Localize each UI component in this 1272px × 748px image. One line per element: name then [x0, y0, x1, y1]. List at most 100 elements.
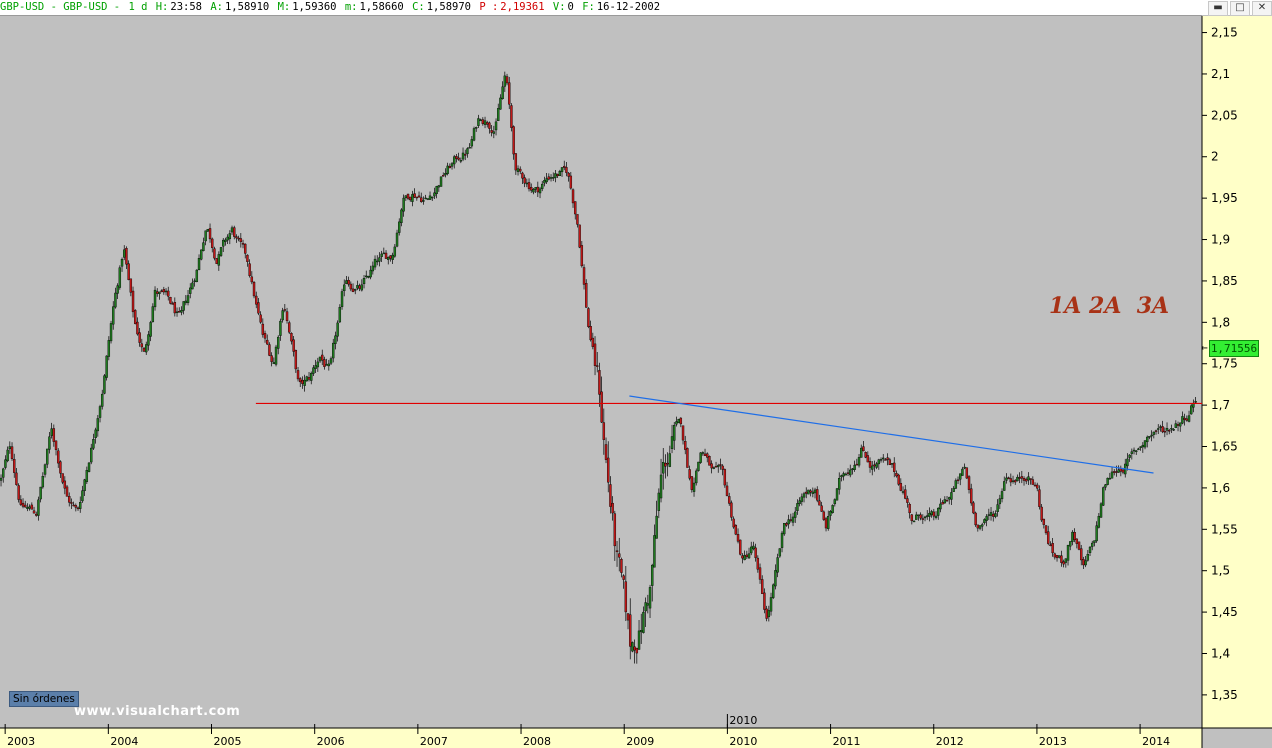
candle-body [373, 258, 377, 268]
y-tick-label: 1,95 [1211, 191, 1238, 205]
candle-body [827, 516, 830, 529]
candle-body [123, 249, 126, 258]
candle-body [1036, 484, 1039, 489]
candle-body [156, 291, 159, 294]
candle-body [721, 465, 724, 470]
candle-body [191, 282, 194, 290]
x-tick-label: 2003 [7, 735, 35, 748]
candle-body [717, 465, 720, 468]
candle-body [479, 119, 482, 121]
candle-body [37, 499, 40, 516]
candle-body [510, 105, 513, 128]
candle-body [741, 555, 744, 559]
candle-body [516, 168, 520, 172]
candle-body [871, 465, 874, 470]
candle-body [325, 364, 328, 366]
price-chart[interactable]: 2,15 2,1 2,05 2 1,95 1,9 1,85 1,8 1,75 1,7 1,65 1,6… [0, 0, 1272, 748]
candle-body [1014, 480, 1017, 483]
candle-body [915, 514, 918, 520]
candle-body [1011, 480, 1015, 482]
candle-body [591, 337, 595, 347]
candle-body [987, 514, 991, 516]
candle-body [376, 260, 379, 263]
candle-body [334, 335, 337, 344]
candle-body [512, 126, 515, 155]
candle-body [855, 463, 859, 466]
candle-body [1058, 555, 1061, 558]
close-icon[interactable]: ✕ [1252, 1, 1272, 16]
candle-body [890, 463, 894, 465]
candle-body [354, 289, 357, 291]
candle-body [1139, 446, 1142, 448]
candle-body [378, 257, 381, 262]
candle-body [1157, 428, 1160, 430]
hour-value: 23:58 [170, 1, 202, 13]
candle-body [921, 518, 925, 520]
maximize-icon[interactable]: □ [1230, 1, 1250, 16]
candle-body [180, 310, 183, 313]
candle-body [897, 474, 900, 485]
candle-body [81, 490, 84, 502]
candle-body [587, 308, 590, 327]
candle-body [68, 496, 71, 503]
x-tick-label: 2008 [523, 735, 551, 748]
candle-body [928, 512, 931, 517]
candle-body [1093, 540, 1096, 543]
candle-body [989, 512, 993, 516]
candle-body [802, 493, 806, 498]
candle-body [598, 370, 601, 395]
candle-body [787, 519, 790, 525]
candle-body [662, 462, 665, 474]
candle-body [950, 492, 953, 500]
candle-body [277, 336, 280, 349]
candle-body [609, 484, 612, 507]
candle-body [208, 228, 212, 240]
candle-body [499, 97, 502, 110]
candle-body [772, 584, 775, 598]
candle-body [941, 501, 944, 505]
candle-body [371, 265, 375, 272]
orders-button[interactable]: Sin órdenes [9, 691, 79, 707]
candle-body [1060, 555, 1063, 563]
candle-body [1172, 429, 1175, 431]
hour-key: H: [155, 1, 169, 13]
candle-body [48, 436, 51, 450]
y-tick-label: 1,6 [1211, 481, 1230, 495]
candle-body [910, 514, 914, 522]
candle-body [391, 254, 394, 260]
candle-body [732, 518, 735, 528]
candle-body [356, 285, 359, 289]
candle-body [734, 524, 738, 535]
candle-body [659, 474, 663, 499]
candle-body [860, 447, 863, 458]
candle-body [224, 239, 227, 242]
x-tick-label: 2012 [936, 735, 964, 748]
candle-body [983, 519, 986, 524]
candle-body [457, 157, 460, 160]
candle-body [838, 478, 841, 490]
y-tick-label: 1,55 [1211, 522, 1238, 536]
candle-body [1168, 429, 1171, 432]
candle-body [723, 469, 727, 486]
candle-body [580, 245, 584, 267]
candle-body [774, 570, 777, 587]
candle-body [1022, 478, 1026, 481]
candle-body [681, 425, 685, 441]
candle-body [505, 76, 509, 84]
x-tick-label: 2013 [1039, 735, 1067, 748]
y-tick-label: 1,9 [1211, 233, 1230, 247]
candle-body [593, 343, 597, 366]
candle-body [470, 139, 474, 147]
candle-body [285, 311, 289, 321]
candle-body [754, 547, 757, 558]
minimize-icon[interactable]: ▬ [1208, 1, 1228, 16]
candle-body [796, 503, 799, 511]
candle-body [1126, 458, 1129, 467]
candle-body [1159, 426, 1162, 428]
candle-body [244, 243, 247, 254]
candle-body [1066, 545, 1070, 561]
candle-body [19, 499, 23, 505]
candle-body [292, 339, 295, 352]
candle-body [622, 575, 625, 580]
candle-body [226, 236, 229, 241]
